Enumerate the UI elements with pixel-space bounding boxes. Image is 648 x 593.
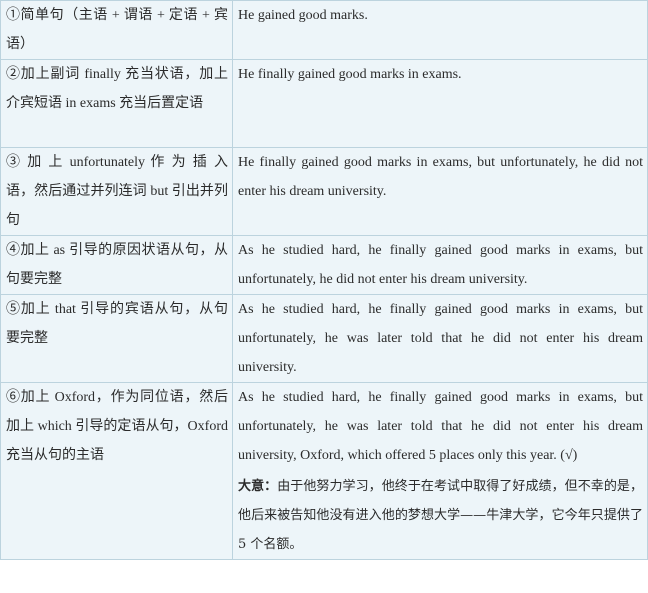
sentence-cell: He finally gained good marks in exams, b… bbox=[232, 147, 648, 236]
sentence-text: As he studied hard, he finally gained go… bbox=[238, 302, 643, 375]
step-text: ②加上副词 finally 充当状语，加上介宾短语 in exams 充当后置定… bbox=[6, 67, 228, 111]
sentence-cell: As he studied hard, he finally gained go… bbox=[232, 235, 648, 295]
step-text: ④加上 as 引导的原因状语从句，从句要完整 bbox=[6, 243, 228, 287]
step-text: ③ 加 上 unfortunately 作 为 插 入 语，然后通过并列连词 b… bbox=[6, 155, 228, 228]
translation: 大意：由于他努力学习，他终于在考试中取得了好成绩，但不幸的是，他后来被告知他没有… bbox=[238, 472, 643, 559]
table-row: ④加上 as 引导的原因状语从句，从句要完整 As he studied har… bbox=[0, 235, 648, 295]
sentence-text: He finally gained good marks in exams. bbox=[238, 67, 462, 82]
sentence-cell: He finally gained good marks in exams. bbox=[232, 59, 648, 148]
step-cell: ⑥加上 Oxford，作为同位语，然后加上 which 引导的定语从句，Oxfo… bbox=[0, 382, 233, 560]
step-cell: ⑤加上 that 引导的宾语从句，从句要完整 bbox=[0, 294, 233, 383]
sentence-text: As he studied hard, he finally gained go… bbox=[238, 243, 643, 287]
table-row: ⑥加上 Oxford，作为同位语，然后加上 which 引导的定语从句，Oxfo… bbox=[0, 382, 648, 560]
step-cell: ③ 加 上 unfortunately 作 为 插 入 语，然后通过并列连词 b… bbox=[0, 147, 233, 236]
step-cell: ④加上 as 引导的原因状语从句，从句要完整 bbox=[0, 235, 233, 295]
translation-label: 大意： bbox=[238, 479, 278, 494]
step-cell: ①简单句（主语 + 谓语 + 定语 + 宾语） bbox=[0, 0, 233, 60]
sentence-text: As he studied hard, he finally gained go… bbox=[238, 390, 643, 463]
step-text: ⑥加上 Oxford，作为同位语，然后加上 which 引导的定语从句，Oxfo… bbox=[6, 390, 228, 463]
sentence-cell: As he studied hard, he finally gained go… bbox=[232, 382, 648, 560]
table-row: ②加上副词 finally 充当状语，加上介宾短语 in exams 充当后置定… bbox=[0, 59, 648, 148]
table-row: ⑤加上 that 引导的宾语从句，从句要完整 As he studied har… bbox=[0, 294, 648, 383]
sentence-text: He gained good marks. bbox=[238, 8, 368, 23]
step-text: ⑤加上 that 引导的宾语从句，从句要完整 bbox=[6, 302, 228, 346]
table-row: ①简单句（主语 + 谓语 + 定语 + 宾语） He gained good m… bbox=[0, 0, 648, 60]
step-text: ①简单句（主语 + 谓语 + 定语 + 宾语） bbox=[6, 8, 228, 52]
sentence-cell: As he studied hard, he finally gained go… bbox=[232, 294, 648, 383]
sentence-text: He finally gained good marks in exams, b… bbox=[238, 155, 643, 199]
translation-text: 由于他努力学习，他终于在考试中取得了好成绩，但不幸的是，他后来被告知他没有进入他… bbox=[238, 479, 643, 552]
sentence-cell: He gained good marks. bbox=[232, 0, 648, 60]
table-row: ③ 加 上 unfortunately 作 为 插 入 语，然后通过并列连词 b… bbox=[0, 147, 648, 236]
sentence-expansion-table: ①简单句（主语 + 谓语 + 定语 + 宾语） He gained good m… bbox=[0, 0, 648, 560]
step-cell: ②加上副词 finally 充当状语，加上介宾短语 in exams 充当后置定… bbox=[0, 59, 233, 148]
